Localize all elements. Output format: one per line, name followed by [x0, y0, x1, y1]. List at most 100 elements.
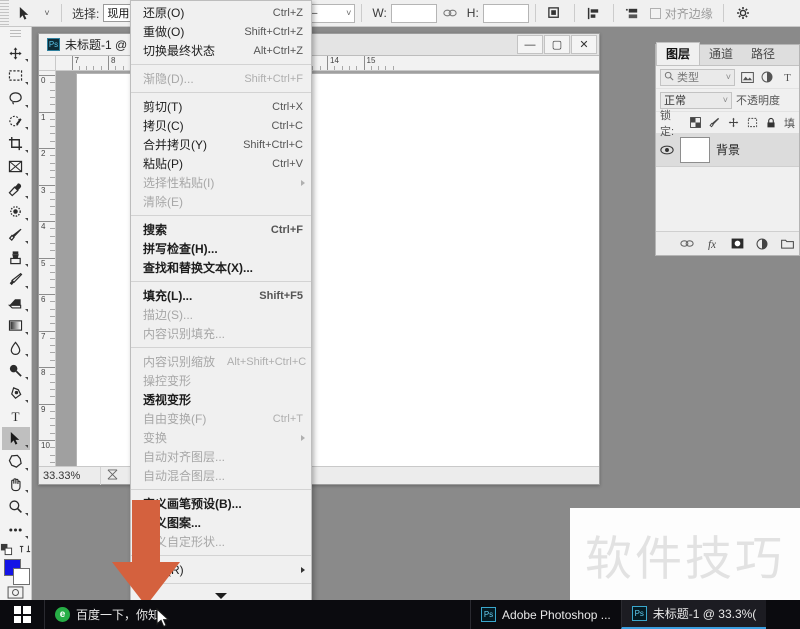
menu-item-label: 操控变形: [143, 374, 192, 388]
shape-mode-icon[interactable]: [542, 0, 568, 27]
document-tab-bar: Ps 未标题-1 @ 3 — ▢ ✕: [39, 34, 599, 56]
tool-brush[interactable]: [2, 223, 30, 246]
menu-item-2[interactable]: 切换最终状态 Alt+Ctrl+Z: [131, 41, 311, 60]
width-label: W:: [372, 6, 387, 20]
height-input[interactable]: [482, 3, 529, 23]
menu-item-23[interactable]: 透视变形: [131, 390, 311, 409]
tool-custom-shape[interactable]: [2, 450, 30, 473]
close-button[interactable]: ✕: [571, 35, 597, 54]
menu-item-13[interactable]: 搜索 Ctrl+F: [131, 220, 311, 239]
tool-crop[interactable]: [2, 132, 30, 155]
lock-all-icon[interactable]: [763, 115, 779, 131]
lock-label: 锁定:: [660, 109, 675, 138]
scroll-down-arrow-icon: [215, 593, 227, 599]
lock-transparent-icon[interactable]: [688, 115, 704, 131]
tool-blur[interactable]: [2, 337, 30, 360]
tool-hand[interactable]: [2, 473, 30, 496]
menu-item-label: 清除(E): [143, 195, 183, 209]
menu-item-label: 自由变换(F): [143, 412, 207, 426]
toolbar-grip[interactable]: [10, 30, 21, 39]
gear-icon[interactable]: [730, 0, 756, 27]
minimize-button[interactable]: —: [517, 35, 543, 54]
ruler-tick: 15: [363, 56, 375, 70]
type-filter-icon[interactable]: T: [779, 69, 795, 85]
tool-lasso[interactable]: [2, 87, 30, 110]
taskbar-item-photoshop[interactable]: Ps Adobe Photoshop ...: [470, 600, 621, 629]
lock-artboard-icon[interactable]: [744, 115, 760, 131]
fx-icon[interactable]: fx: [704, 236, 720, 252]
image-filter-icon[interactable]: [739, 69, 755, 85]
menu-item-6[interactable]: 剪切(T) Ctrl+X: [131, 97, 311, 116]
snap-to-edges-checkbox[interactable]: 对齐边缘: [646, 5, 717, 22]
menu-item-shortcut: Ctrl+V: [272, 157, 303, 170]
path-align-icon[interactable]: [581, 0, 607, 27]
zoom-level-input[interactable]: 33.33%: [39, 466, 101, 485]
tool-gradient[interactable]: [2, 314, 30, 337]
tab-paths[interactable]: 路径: [742, 43, 784, 65]
tool-clone-stamp[interactable]: [2, 246, 30, 269]
document-tab-title: 未标题-1 @ 3: [65, 38, 138, 52]
background-color-swatch[interactable]: [12, 567, 30, 585]
menu-item-8[interactable]: 合并拷贝(Y) Shift+Ctrl+C: [131, 135, 311, 154]
menu-separator: [131, 347, 311, 348]
tool-dodge[interactable]: [2, 359, 30, 382]
taskbar-item-browser[interactable]: e 百度一下，你知: [44, 600, 170, 629]
tool-zoom[interactable]: [2, 495, 30, 518]
document-info-icon[interactable]: [101, 468, 124, 483]
swap-colors-icon: [19, 545, 31, 553]
divider: [722, 4, 724, 22]
link-icon[interactable]: [437, 0, 463, 27]
options-bar-grip[interactable]: [0, 0, 9, 27]
tool-history-brush[interactable]: [2, 269, 30, 292]
default-and-swap-colors[interactable]: [0, 543, 31, 556]
tab-channels[interactable]: 通道: [700, 43, 742, 65]
tool-eyedropper[interactable]: [2, 178, 30, 201]
tool-edit-toolbar[interactable]: [2, 518, 30, 541]
menu-item-label: 重做(O): [143, 25, 185, 39]
layer-mask-icon[interactable]: [729, 236, 745, 252]
maximize-button[interactable]: ▢: [544, 35, 570, 54]
lock-image-icon[interactable]: [707, 115, 723, 131]
menu-item-14[interactable]: 拼写检查(H)...: [131, 239, 311, 258]
tool-quick-selection[interactable]: [2, 110, 30, 133]
new-group-icon[interactable]: [779, 236, 795, 252]
tool-type[interactable]: T: [2, 405, 30, 428]
tab-layers[interactable]: 图层: [656, 42, 701, 65]
adjustment-filter-icon[interactable]: [759, 69, 775, 85]
tool-preset-chevron-icon[interactable]: ˅: [39, 0, 55, 27]
menu-item-9[interactable]: 粘贴(P) Ctrl+V: [131, 154, 311, 173]
menu-item-0[interactable]: 还原(O) Ctrl+Z: [131, 3, 311, 22]
photoshop-doc-icon: Ps: [631, 606, 647, 621]
tool-options-bar: ˅ 选择: 现用图 ˅ —— ˅ W: H:: [0, 0, 800, 27]
menu-item-7[interactable]: 拷贝(C) Ctrl+C: [131, 116, 311, 135]
windows-start-icon[interactable]: [0, 600, 44, 629]
ruler-tick: 7: [39, 330, 55, 341]
vertical-ruler[interactable]: 01234567891011: [39, 71, 56, 466]
ruler-corner[interactable]: [39, 56, 56, 71]
eye-icon[interactable]: [660, 145, 674, 155]
path-arrange-icon[interactable]: [620, 0, 646, 27]
tool-spot-healing-brush[interactable]: [2, 201, 30, 224]
link-layers-icon[interactable]: [679, 236, 695, 252]
taskbar-item-document[interactable]: Ps 未标题-1 @ 33.3%(: [620, 600, 767, 629]
tool-move[interactable]: [2, 42, 30, 65]
menu-item-15[interactable]: 查找和替换文本(X)...: [131, 258, 311, 277]
active-tool-icon[interactable]: [9, 0, 39, 27]
taskbar-item-label: 百度一下，你知: [76, 608, 161, 622]
color-swatches[interactable]: [1, 558, 31, 585]
tool-frame[interactable]: [2, 155, 30, 178]
tool-eraser[interactable]: [2, 291, 30, 314]
quick-mask-icon[interactable]: [5, 584, 27, 600]
layer-filter-dropdown[interactable]: 类型 ˅: [660, 68, 735, 86]
lock-position-icon[interactable]: [726, 115, 742, 131]
menu-separator: [131, 489, 311, 490]
menu-item-17[interactable]: 填充(L)... Shift+F5: [131, 286, 311, 305]
layer-thumbnail[interactable]: [680, 136, 710, 163]
tool-pen[interactable]: [2, 382, 30, 405]
width-input[interactable]: [390, 3, 437, 23]
tool-path-selection[interactable]: [1, 427, 30, 451]
tool-rectangular-marquee[interactable]: [2, 64, 30, 87]
layer-name[interactable]: 背景: [716, 141, 740, 158]
adjustment-layer-icon[interactable]: [754, 236, 770, 252]
menu-item-1[interactable]: 重做(O) Shift+Ctrl+Z: [131, 22, 311, 41]
